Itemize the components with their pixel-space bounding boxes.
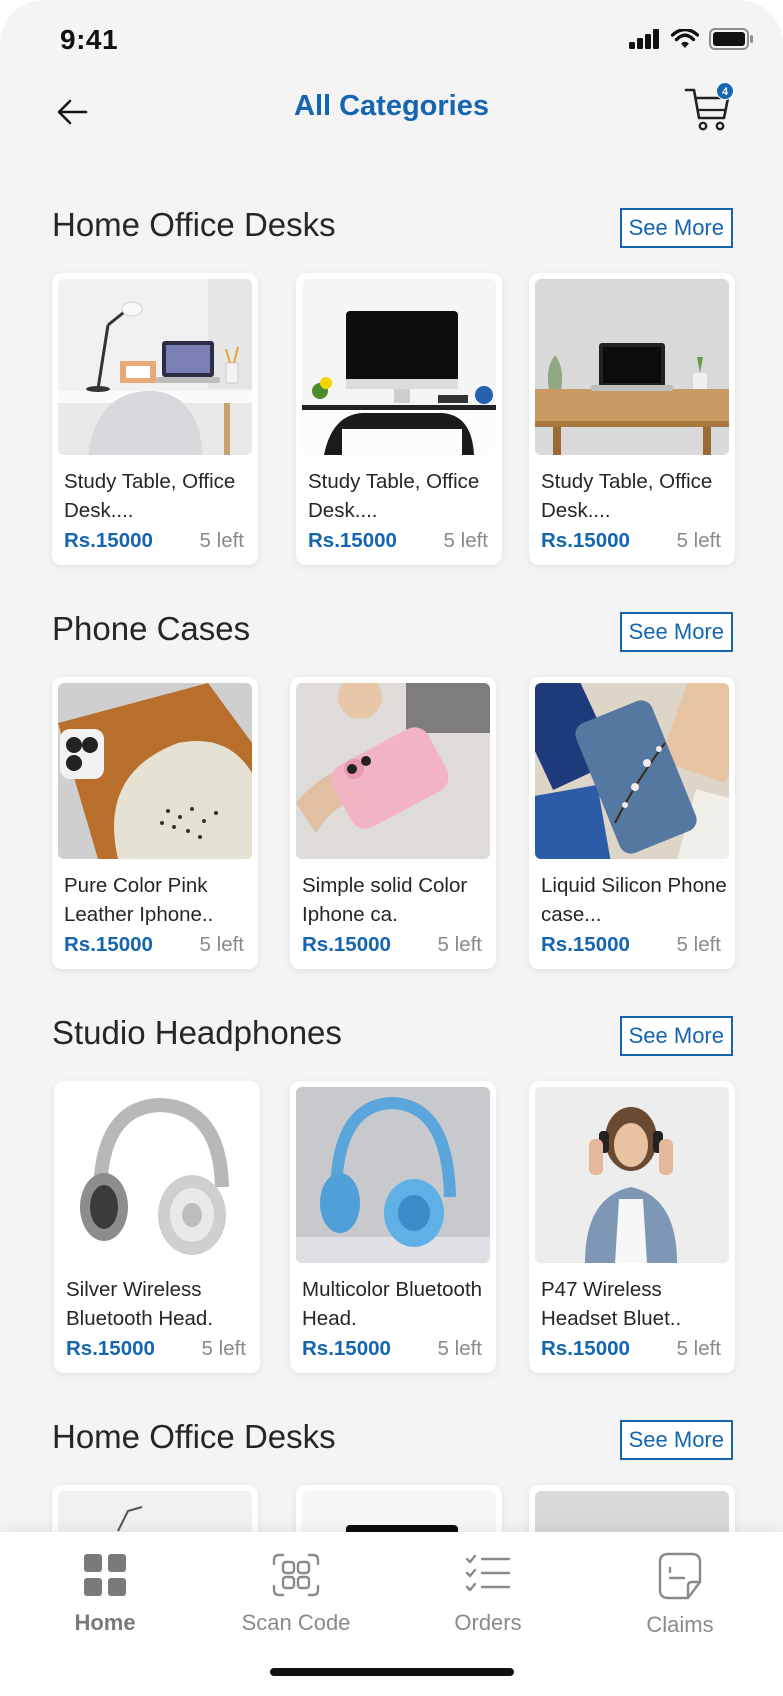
product-stock: 5 left bbox=[676, 1337, 721, 1360]
product-stock: 5 left bbox=[676, 933, 721, 956]
cart-count-badge: 4 bbox=[716, 82, 734, 100]
grid-icon bbox=[84, 1554, 126, 1596]
section-title: Studio Headphones bbox=[52, 1014, 342, 1051]
product-name: Multicolor Bluetooth Head. bbox=[302, 1278, 483, 1330]
product-name: Study Table, Office Desk.... bbox=[64, 470, 236, 522]
product-price: Rs.15000 bbox=[64, 933, 153, 956]
nav-orders[interactable]: Orders bbox=[408, 1552, 568, 1662]
signal-icon bbox=[629, 29, 659, 49]
product-name: P47 Wireless Headset Bluet.. bbox=[541, 1278, 682, 1330]
product-card[interactable]: Simple solid Color Iphone ca. Rs.15000 5… bbox=[290, 677, 496, 969]
product-image bbox=[58, 683, 252, 859]
product-card[interactable] bbox=[529, 1485, 735, 1532]
category-list[interactable]: Home Office Desks See More Study Table, … bbox=[0, 180, 783, 1532]
product-image bbox=[60, 1087, 254, 1263]
product-card[interactable]: P47 Wireless Headset Bluet.. Rs.15000 5 … bbox=[529, 1081, 735, 1373]
status-bar: 9:41 bbox=[0, 0, 783, 82]
product-stock: 5 left bbox=[437, 1337, 482, 1360]
see-more-button[interactable]: See More bbox=[619, 612, 733, 652]
system-icons bbox=[629, 28, 753, 50]
product-name: Study Table, Office Desk.... bbox=[541, 470, 713, 522]
home-indicator bbox=[270, 1668, 514, 1676]
checklist-icon bbox=[465, 1554, 511, 1592]
product-stock: 5 left bbox=[199, 529, 244, 552]
wifi-icon bbox=[671, 29, 699, 48]
nav-home[interactable]: Home bbox=[25, 1552, 185, 1662]
product-stock: 5 left bbox=[437, 933, 482, 956]
product-price: Rs.15000 bbox=[541, 529, 630, 552]
product-image bbox=[58, 279, 252, 455]
product-image bbox=[302, 279, 496, 455]
product-price: Rs.15000 bbox=[302, 1337, 391, 1360]
section-title: Home Office Desks bbox=[52, 206, 336, 243]
app-screen: 9:41 All Categories 4 Home Office Desks … bbox=[0, 0, 783, 1696]
product-card[interactable]: Liquid Silicon Phone case... Rs.15000 5 … bbox=[529, 677, 735, 969]
product-price: Rs.15000 bbox=[64, 529, 153, 552]
product-image bbox=[296, 1087, 490, 1263]
product-card[interactable]: Study Table, Office Desk.... Rs.15000 5 … bbox=[529, 273, 735, 565]
top-bar: All Categories 4 bbox=[0, 82, 783, 162]
product-name: Simple solid Color Iphone ca. bbox=[302, 874, 468, 926]
product-image bbox=[535, 1491, 729, 1532]
document-icon bbox=[658, 1552, 702, 1600]
product-card[interactable] bbox=[296, 1485, 502, 1532]
see-more-button[interactable]: See More bbox=[619, 208, 733, 248]
nav-home-label: Home bbox=[74, 1610, 136, 1635]
product-image bbox=[58, 1491, 252, 1532]
nav-claims[interactable]: Claims bbox=[600, 1552, 760, 1662]
product-card[interactable]: Study Table, Office Desk.... Rs.15000 5 … bbox=[52, 273, 258, 565]
product-price: Rs.15000 bbox=[302, 933, 391, 956]
status-time: 9:41 bbox=[60, 24, 119, 55]
product-stock: 5 left bbox=[443, 529, 488, 552]
product-card[interactable]: Multicolor Bluetooth Head. Rs.15000 5 le… bbox=[290, 1081, 496, 1373]
product-image bbox=[535, 1087, 729, 1263]
product-card[interactable] bbox=[52, 1485, 258, 1532]
page-title: All Categories bbox=[294, 90, 489, 122]
product-name: Silver Wireless Bluetooth Head. bbox=[66, 1278, 214, 1330]
product-image bbox=[535, 683, 729, 859]
product-image bbox=[535, 279, 729, 455]
section-title: Phone Cases bbox=[52, 610, 251, 647]
product-card[interactable]: Silver Wireless Bluetooth Head. Rs.15000… bbox=[54, 1081, 260, 1373]
see-more-button[interactable]: See More bbox=[619, 1420, 733, 1460]
product-name: Liquid Silicon Phone case... bbox=[541, 874, 727, 926]
product-stock: 5 left bbox=[199, 933, 244, 956]
product-price: Rs.15000 bbox=[541, 933, 630, 956]
product-price: Rs.15000 bbox=[66, 1337, 155, 1360]
scan-icon bbox=[272, 1553, 320, 1597]
product-price: Rs.15000 bbox=[308, 529, 397, 552]
battery-icon bbox=[709, 28, 753, 50]
nav-scan-code-label: Scan Code bbox=[241, 1610, 351, 1635]
product-name: Pure Color Pink Leather Iphone.. bbox=[64, 874, 214, 926]
nav-orders-label: Orders bbox=[454, 1610, 522, 1635]
product-price: Rs.15000 bbox=[541, 1337, 630, 1360]
product-stock: 5 left bbox=[201, 1337, 246, 1360]
nav-claims-label: Claims bbox=[646, 1612, 714, 1637]
product-image bbox=[296, 683, 490, 859]
product-card[interactable]: Study Table, Office Desk.... Rs.15000 5 … bbox=[296, 273, 502, 565]
section-title: Home Office Desks bbox=[52, 1418, 336, 1455]
product-name: Study Table, Office Desk.... bbox=[308, 470, 480, 522]
product-card[interactable]: Pure Color Pink Leather Iphone.. Rs.1500… bbox=[52, 677, 258, 969]
product-stock: 5 left bbox=[676, 529, 721, 552]
see-more-button[interactable]: See More bbox=[619, 1016, 733, 1056]
nav-scan-code[interactable]: Scan Code bbox=[216, 1552, 376, 1662]
product-image bbox=[302, 1491, 496, 1532]
